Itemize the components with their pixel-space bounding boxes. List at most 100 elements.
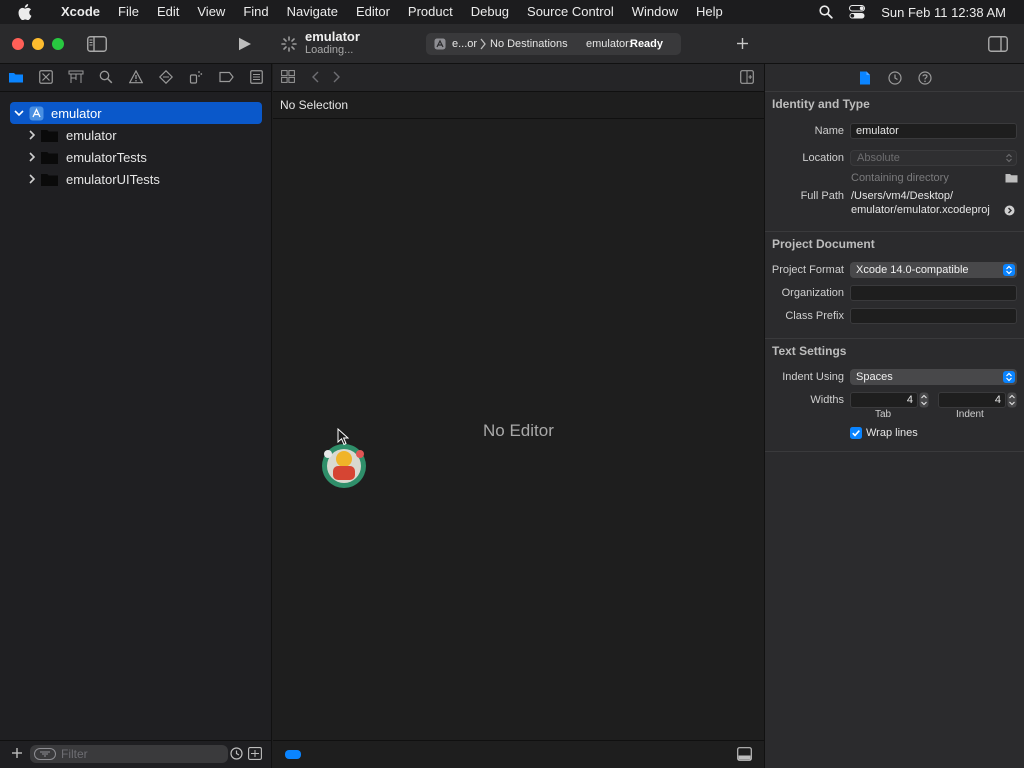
add-file-plus-icon[interactable]	[11, 747, 23, 759]
issue-navigator-warning-icon[interactable]	[129, 70, 143, 84]
back-chevron-icon[interactable]	[312, 71, 319, 83]
tree-row-folder-emulator-tests[interactable]: emulatorTests	[26, 146, 262, 168]
tab-width-stepper[interactable]	[919, 392, 929, 408]
tab-width-field[interactable]: 4	[850, 392, 918, 408]
menu-file[interactable]: File	[109, 0, 148, 24]
indent-width-field[interactable]: 4	[938, 392, 1006, 408]
indent-width-stepper[interactable]	[1007, 392, 1017, 408]
split-editor-icon[interactable]	[740, 70, 754, 84]
minimize-window-button[interactable]	[32, 38, 44, 50]
menu-app-name[interactable]: Xcode	[52, 0, 109, 24]
xcode-project-icon	[28, 106, 44, 121]
status-subtitle: Loading...	[305, 44, 354, 56]
indent-using-popup[interactable]: Spaces	[850, 369, 1017, 385]
location-popup[interactable]: Absolute	[850, 150, 1017, 166]
class-prefix-field[interactable]	[850, 308, 1017, 324]
add-library-icon[interactable]	[736, 37, 749, 50]
test-navigator-diamond-icon[interactable]	[159, 70, 173, 84]
destination-selector[interactable]: No Destinations	[490, 38, 568, 50]
spotlight-search-icon[interactable]	[819, 5, 833, 19]
recent-files-clock-icon[interactable]	[230, 747, 243, 760]
related-items-grid-icon[interactable]	[281, 70, 295, 83]
breakpoint-navigator-icon[interactable]	[219, 71, 234, 83]
editor-area	[273, 64, 764, 768]
chevron-right-icon	[480, 38, 486, 50]
chevron-right-icon[interactable]	[26, 152, 38, 162]
menu-editor[interactable]: Editor	[347, 0, 399, 24]
menu-bar: Xcode File Edit View Find Navigate Edito…	[0, 0, 1024, 24]
indent-using-label: Indent Using	[782, 371, 844, 383]
file-inspector-doc-icon[interactable]	[859, 71, 871, 85]
full-path-label: Full Path	[800, 190, 844, 202]
location-value: Absolute	[857, 152, 900, 164]
navigator-filter-divider	[0, 740, 272, 741]
apple-logo-icon[interactable]	[18, 4, 40, 20]
tree-row-label: emulator	[51, 105, 102, 121]
menu-find[interactable]: Find	[234, 0, 277, 24]
menu-window[interactable]: Window	[623, 0, 687, 24]
choose-folder-icon[interactable]	[1005, 173, 1018, 183]
tree-row-project[interactable]: emulator	[10, 102, 262, 124]
jump-bar-path[interactable]: No Selection	[280, 98, 348, 112]
close-window-button[interactable]	[12, 38, 24, 50]
indent-caption: Indent	[956, 409, 984, 420]
filter-placeholder: Filter	[61, 747, 88, 761]
folder-icon	[41, 151, 58, 164]
menu-source-control[interactable]: Source Control	[518, 0, 623, 24]
menu-help[interactable]: Help	[687, 0, 732, 24]
zoom-window-button[interactable]	[52, 38, 64, 50]
app-target-icon[interactable]	[434, 38, 446, 50]
menubar-clock[interactable]: Sun Feb 11 12:38 AM	[881, 5, 1006, 20]
reveal-in-finder-arrow-icon[interactable]	[1004, 205, 1015, 216]
file-inspector: Identity and Type Name emulator Location…	[764, 64, 1024, 768]
menu-product[interactable]: Product	[399, 0, 462, 24]
empty-editor-placeholder: No Editor	[483, 421, 554, 440]
source-control-navigator-icon[interactable]	[39, 70, 53, 84]
chevron-down-icon[interactable]	[13, 109, 25, 117]
control-center-icon[interactable]	[849, 5, 866, 19]
wrap-lines-checkbox[interactable]	[850, 427, 862, 439]
tree-row-folder-emulator-ui-tests[interactable]: emulatorUITests	[26, 168, 262, 190]
project-navigator-folder-icon[interactable]	[8, 70, 24, 84]
menu-debug[interactable]: Debug	[462, 0, 518, 24]
section-title-project-document: Project Document	[772, 237, 875, 251]
tab-caption: Tab	[875, 409, 892, 420]
tree-row-folder-emulator[interactable]: emulator	[26, 124, 262, 146]
toggle-debug-area-icon[interactable]	[737, 747, 752, 761]
breakpoints-toggle-icon[interactable]	[285, 750, 301, 759]
indent-using-value: Spaces	[856, 371, 893, 383]
debug-navigator-spray-icon[interactable]	[189, 70, 203, 84]
name-label: Name	[814, 125, 844, 137]
run-play-icon[interactable]	[238, 37, 252, 51]
up-down-chevron-icon	[1003, 371, 1015, 383]
organization-field[interactable]	[850, 285, 1017, 301]
project-format-popup[interactable]: Xcode 14.0-compatible	[850, 262, 1017, 278]
toggle-inspector-icon[interactable]	[988, 36, 1008, 52]
forward-chevron-icon[interactable]	[333, 71, 340, 83]
tree-row-label: emulatorTests	[66, 149, 147, 165]
section-title-text-settings: Text Settings	[772, 344, 847, 358]
activity-status-prefix: emulator:	[586, 38, 632, 50]
menu-view[interactable]: View	[188, 0, 234, 24]
quick-help-question-icon[interactable]	[918, 71, 932, 85]
report-navigator-icon[interactable]	[250, 70, 263, 84]
source-control-filter-icon[interactable]	[248, 747, 262, 760]
menu-navigate[interactable]: Navigate	[278, 0, 347, 24]
find-navigator-icon[interactable]	[99, 70, 113, 84]
chevron-right-icon[interactable]	[26, 130, 38, 140]
activity-spinner-icon	[281, 36, 297, 52]
section-divider	[765, 338, 1024, 339]
chevron-right-icon[interactable]	[26, 174, 38, 184]
toggle-navigator-icon[interactable]	[87, 36, 107, 52]
name-field[interactable]: emulator	[850, 123, 1017, 139]
organization-label: Organization	[781, 287, 844, 299]
menu-edit[interactable]: Edit	[148, 0, 188, 24]
symbol-navigator-icon[interactable]	[68, 70, 84, 84]
history-inspector-clock-icon[interactable]	[888, 71, 902, 85]
navigator-filter-field[interactable]: Filter	[30, 745, 228, 763]
scheme-selector[interactable]: e...or	[452, 38, 477, 50]
widths-label: Widths	[810, 394, 844, 406]
folder-icon	[41, 129, 58, 142]
wrap-lines-label[interactable]: Wrap lines	[866, 427, 918, 439]
section-divider	[765, 231, 1024, 232]
